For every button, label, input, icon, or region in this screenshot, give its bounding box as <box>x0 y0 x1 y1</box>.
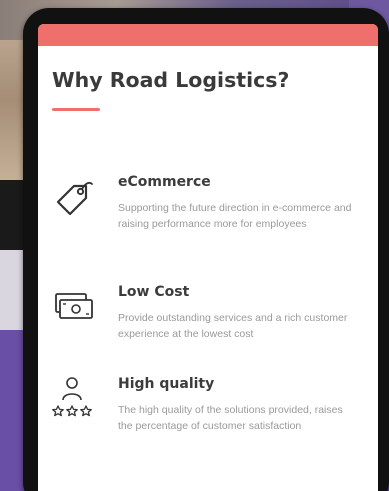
tablet-frame: Why Road Logistics? eCommerce Supporting… <box>23 8 389 491</box>
price-tag-icon <box>48 172 98 222</box>
feature-description: Supporting the future direction in e-com… <box>118 202 352 230</box>
feature-title: eCommerce <box>118 174 211 190</box>
feature-description: Provide outstanding services and a rich … <box>118 312 348 340</box>
feature-title: Low Cost <box>118 284 190 300</box>
section-title: Why Road Logistics? <box>52 68 290 92</box>
accent-header-bar <box>38 24 378 46</box>
feature-description: The high quality of the solutions provid… <box>118 404 343 432</box>
user-rating-stars-icon <box>48 374 98 424</box>
feature-title: High quality <box>118 376 215 392</box>
money-bill-icon <box>48 282 98 332</box>
title-underline <box>52 108 100 111</box>
tablet-screen: Why Road Logistics? eCommerce Supporting… <box>38 24 378 491</box>
